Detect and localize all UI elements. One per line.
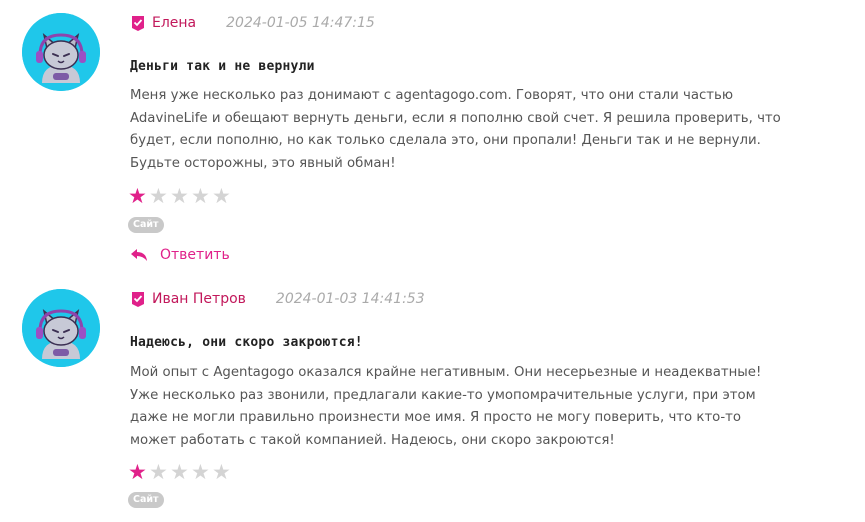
star-icon: ★ — [128, 460, 147, 484]
source-badge: Сайт — [128, 492, 164, 508]
cat-avatar-icon — [22, 13, 100, 91]
review-meta: Елена 2024-01-05 14:47:15 — [130, 13, 375, 33]
star-icon: ★ — [128, 184, 147, 208]
reply-label[interactable]: Ответить — [160, 247, 230, 263]
star-icon: ★ — [149, 460, 168, 484]
avatar — [22, 289, 100, 367]
star-icon: ★ — [149, 184, 168, 208]
avatar — [22, 13, 100, 91]
review-date: 2024-01-05 14:47:15 — [226, 15, 375, 31]
review-title: Надеюсь, они скоро закроются! — [130, 335, 363, 350]
star-rating: ★ ★ ★ ★ ★ — [128, 186, 233, 207]
star-icon: ★ — [191, 184, 210, 208]
star-icon: ★ — [170, 184, 189, 208]
star-icon: ★ — [212, 184, 231, 208]
star-icon: ★ — [212, 460, 231, 484]
check-badge-icon — [130, 15, 146, 31]
author-name[interactable]: Иван Петров — [152, 291, 246, 307]
cat-avatar-icon — [22, 289, 100, 367]
review-meta: Иван Петров 2024-01-03 14:41:53 — [130, 289, 425, 309]
star-icon: ★ — [191, 460, 210, 484]
review-text: Меня уже несколько раз донимают с agenta… — [130, 88, 781, 171]
review-date: 2024-01-03 14:41:53 — [275, 291, 425, 307]
source-badge: Сайт — [128, 217, 164, 233]
star-rating: ★ ★ ★ ★ ★ — [128, 462, 233, 483]
author-name[interactable]: Елена — [152, 15, 196, 31]
reply-button[interactable]: Ответить — [130, 247, 230, 263]
star-icon: ★ — [170, 460, 189, 484]
review-title: Деньги так и не вернули — [130, 59, 315, 74]
reply-arrow-icon — [130, 248, 148, 262]
review-text: Мой опыт с Agentagogo оказался крайне не… — [130, 365, 762, 448]
check-badge-icon — [130, 291, 146, 307]
